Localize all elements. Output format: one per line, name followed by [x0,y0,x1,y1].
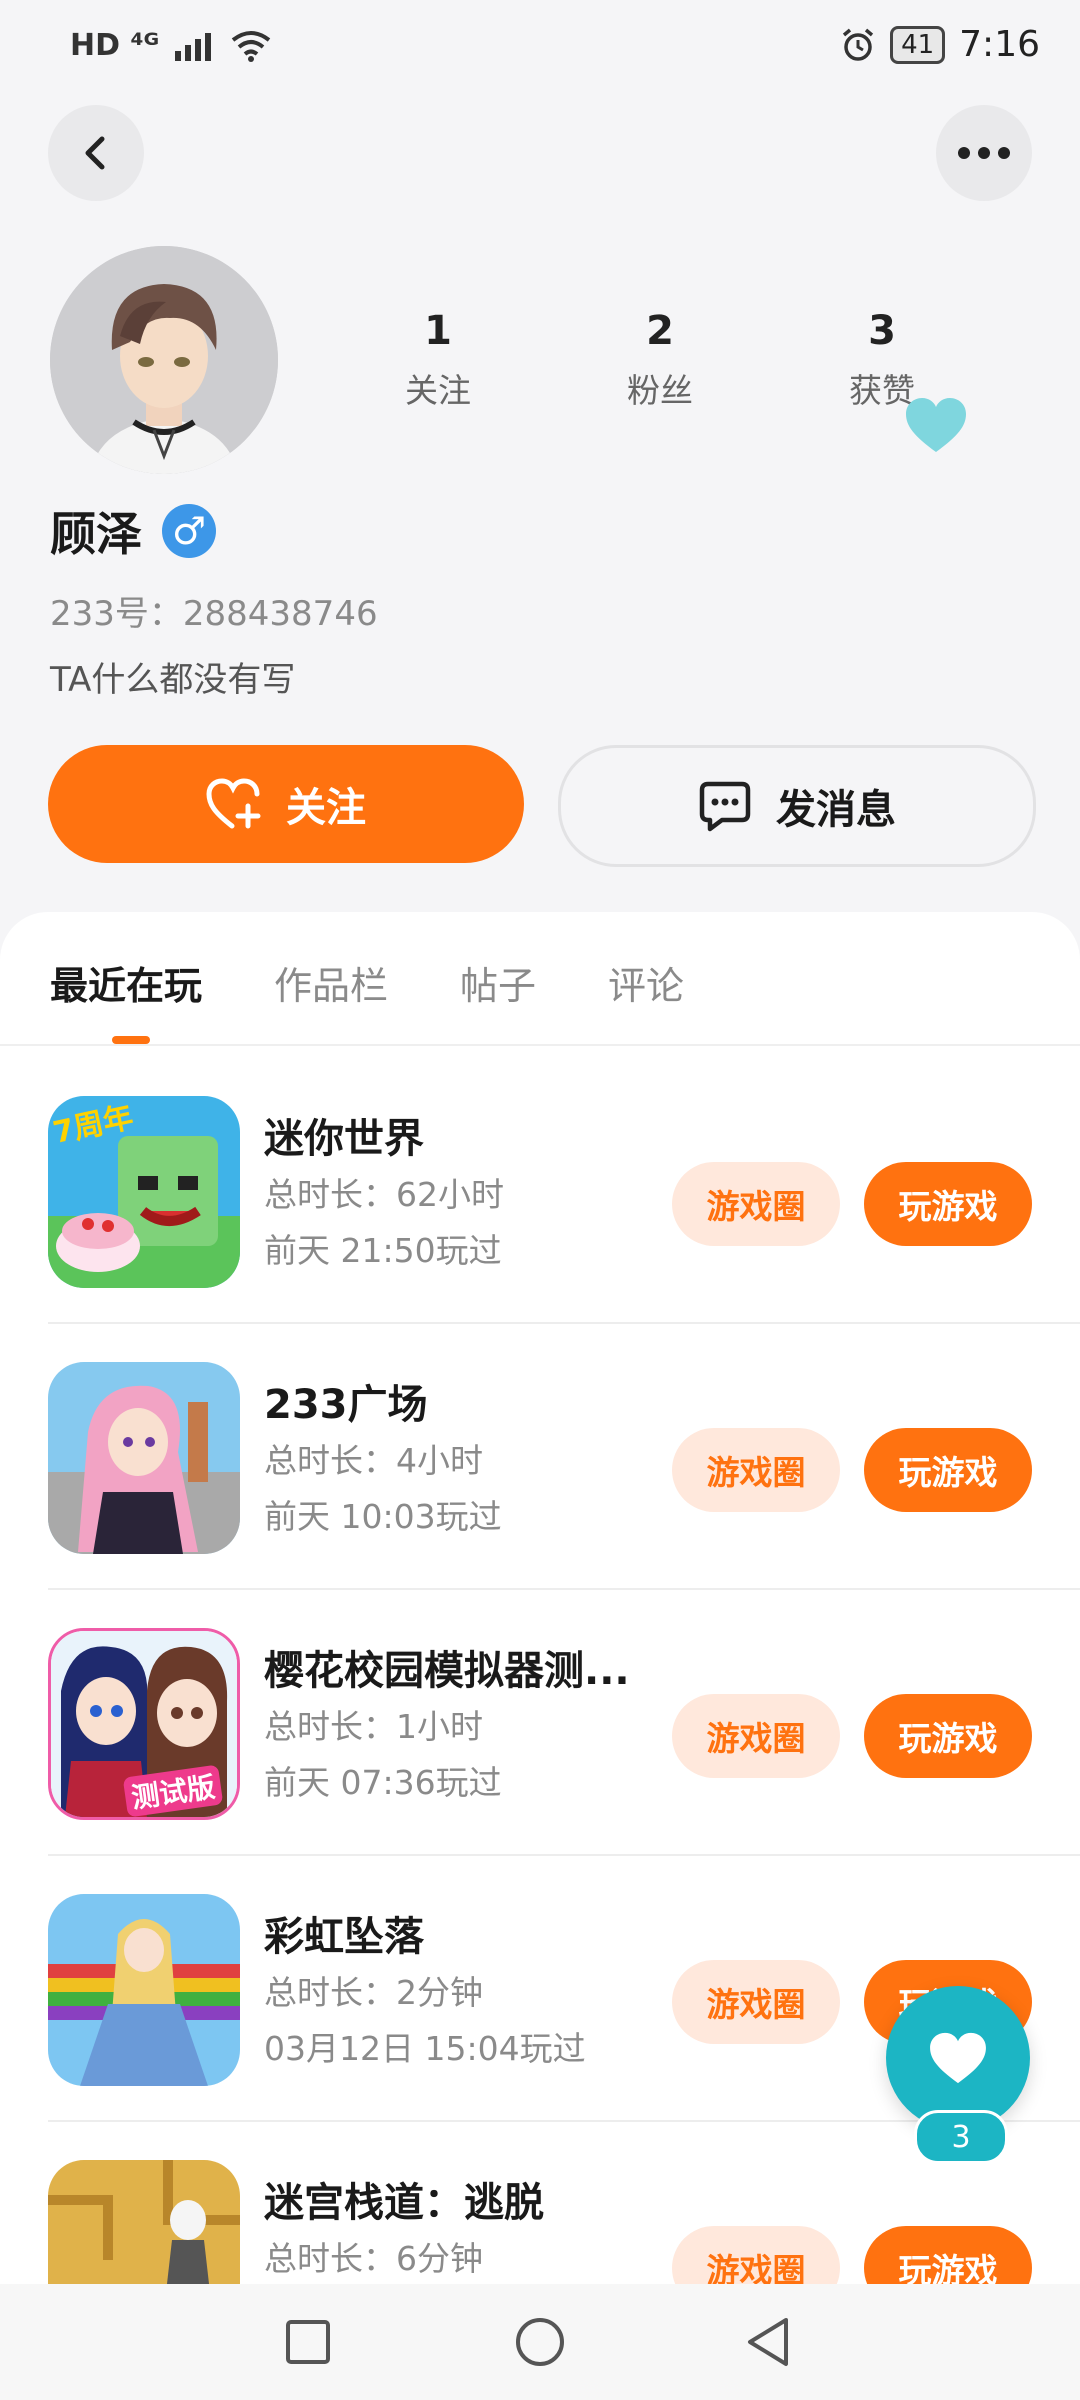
stat-following[interactable]: 1 关注 [358,308,518,412]
profile-tabs: 最近在玩 作品栏 帖子 评论 [50,955,684,1010]
back-button[interactable] [48,105,144,201]
game-circle-button[interactable]: 游戏圈 [672,2226,840,2284]
game-title: 樱花校园模拟器测... [264,1648,630,1694]
tabs-divider [0,1044,1080,1046]
game-duration: 总时长：1小时 [264,1707,483,1746]
like-count-badge: 3 [914,2110,1008,2164]
user-id: 233号：288438746 [50,594,378,634]
play-game-button[interactable]: 玩游戏 [864,2226,1032,2284]
network-indicators: HD ⁴ᴳ [70,28,160,63]
stat-fans-label: 粉丝 [627,371,693,410]
alarm-icon [842,28,874,61]
game-icon-rainbow-fall [48,1894,240,2086]
heart-icon [906,398,966,452]
follow-button[interactable]: 关注 [48,745,524,863]
play-game-button[interactable]: 玩游戏 [864,1694,1032,1778]
status-right: 41 7:16 [840,24,1040,65]
chat-bubble-icon [699,781,751,832]
stat-fans-value: 2 [646,308,674,354]
battery-indicator: 41 [890,25,946,64]
tab-recently-played[interactable]: 最近在玩 [50,955,202,1010]
game-row[interactable]: 测试版 樱花校园模拟器测... 总时长：1小时 前天 07:36玩过 游戏圈 玩… [0,1590,1080,1856]
tab-works[interactable]: 作品栏 [274,955,388,1010]
more-button[interactable] [936,105,1032,201]
game-circle-button[interactable]: 游戏圈 [672,1162,840,1246]
heart-plus-icon [206,778,261,829]
game-icon-mini-world: 7周年 [48,1096,240,1288]
game-icon-sakura-school: 测试版 [48,1628,240,1820]
message-button[interactable]: 发消息 [558,745,1036,867]
game-title: 彩虹坠落 [264,1914,424,1960]
signal-icon [175,32,212,61]
message-button-label: 发消息 [776,787,896,833]
user-bio: TA什么都没有写 [50,660,296,700]
game-title: 迷你世界 [264,1116,424,1162]
game-last-played: 前天 10:03玩过 [264,1497,502,1536]
active-tab-indicator [112,1036,150,1044]
avatar[interactable] [50,246,278,474]
stat-fans[interactable]: 2 粉丝 [580,308,740,412]
clock: 7:16 [959,24,1040,65]
game-row[interactable]: 233广场 总时长：4小时 前天 10:03玩过 游戏圈 玩游戏 [0,1324,1080,1590]
game-circle-button[interactable]: 游戏圈 [672,1960,840,2044]
heart-icon [930,2032,986,2084]
game-duration: 总时长：6分钟 [264,2239,483,2278]
wifi-icon [231,30,271,62]
stat-following-value: 1 [424,308,452,354]
system-nav-bar [0,2284,1080,2400]
back-triangle-icon[interactable] [744,2316,792,2368]
stat-likes-value: 3 [868,308,896,354]
status-left: HD ⁴ᴳ [70,28,271,63]
game-row[interactable]: 7周年 迷你世界 总时长：62小时 前天 21:50玩过 游戏圈 玩游戏 [0,1058,1080,1324]
game-duration: 总时长：62小时 [264,1175,504,1214]
game-last-played: 前天 21:50玩过 [264,1231,502,1270]
chevron-left-icon [85,136,105,170]
game-icon-233-plaza [48,1362,240,1554]
avatar-image [50,246,278,474]
game-title: 迷宫栈道：逃脱 [264,2180,544,2226]
tab-posts[interactable]: 帖子 [460,955,536,1010]
game-last-played: 03月12日 15:04玩过 [264,2029,586,2068]
home-circle-icon[interactable] [514,2316,566,2368]
game-duration: 总时长：4小时 [264,1441,483,1480]
status-bar: HD ⁴ᴳ 41 7:16 [0,0,1080,92]
tab-comments[interactable]: 评论 [608,955,684,1010]
game-duration: 总时长：2分钟 [264,1973,483,2012]
more-dots-icon [958,147,1010,159]
play-game-button[interactable]: 玩游戏 [864,1428,1032,1512]
follow-button-label: 关注 [286,785,366,831]
stat-following-label: 关注 [405,371,471,410]
game-title: 233广场 [264,1382,428,1428]
game-icon-maze-escape [48,2160,240,2284]
play-game-button[interactable]: 玩游戏 [864,1162,1032,1246]
recents-square-icon[interactable] [284,2318,332,2366]
profile-name: 顾泽 [50,507,142,561]
floating-like-button[interactable] [886,1986,1030,2130]
game-circle-button[interactable]: 游戏圈 [672,1428,840,1512]
game-last-played: 前天 07:36玩过 [264,1763,502,1802]
male-gender-icon: ♂ [162,504,216,558]
game-circle-button[interactable]: 游戏圈 [672,1694,840,1778]
